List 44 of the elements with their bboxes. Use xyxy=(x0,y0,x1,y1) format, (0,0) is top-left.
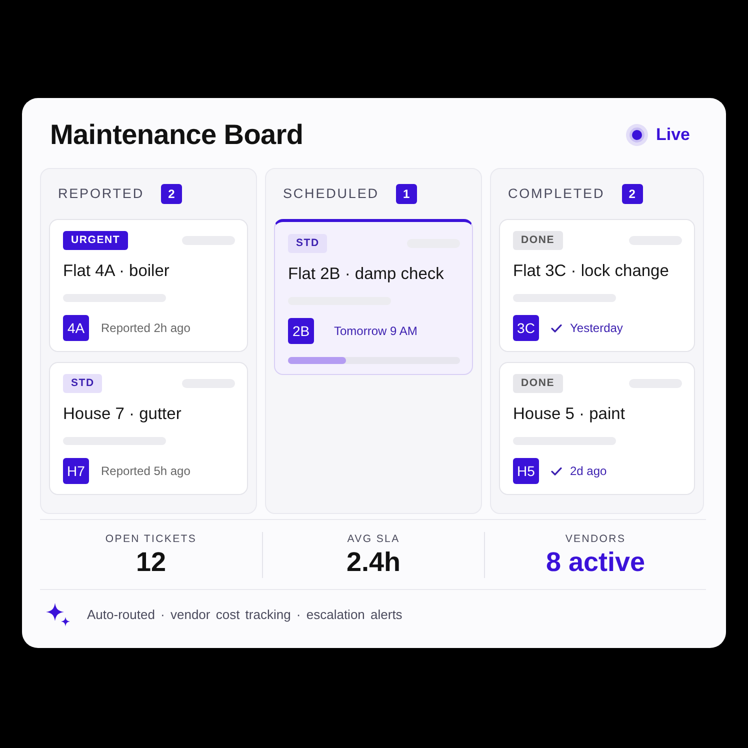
unit-avatar: 2B xyxy=(288,318,314,344)
stat-value: 8 active xyxy=(544,546,646,578)
ticket-card[interactable]: DONE House 5 · paint H5 2d ago xyxy=(499,362,695,495)
live-label: Live xyxy=(656,124,690,146)
ticket-title: Flat 4A · boiler xyxy=(63,261,170,282)
ticket-meta: Reported 5h ago xyxy=(101,463,190,480)
ticket-title: House 5 · paint xyxy=(513,404,626,425)
status-tag: DONE xyxy=(513,231,563,250)
check-icon xyxy=(551,466,562,476)
check-icon xyxy=(551,324,562,332)
unit-avatar: H5 xyxy=(513,458,539,484)
stat-label: VENDORS xyxy=(564,532,627,546)
column-title: REPORTED xyxy=(58,185,144,203)
sparkle-icon xyxy=(45,602,71,628)
ticket-card[interactable]: STD Flat 2B · damp check 2B Tomorrow 9 AM xyxy=(274,219,473,375)
column-title: SCHEDULED xyxy=(283,185,379,203)
stat-label: AVG SLA xyxy=(346,532,401,546)
unit-avatar: H7 xyxy=(63,458,89,484)
ticket-card[interactable]: STD House 7 · gutter H7 Reported 5h ago xyxy=(49,362,248,495)
count-badge: 2 xyxy=(622,184,643,204)
stat-label: OPEN TICKETS xyxy=(104,532,198,546)
ticket-card[interactable]: URGENT Flat 4A · boiler 4A Reported 2h ago xyxy=(49,219,248,352)
ticket-title: Flat 2B · damp check xyxy=(288,264,445,285)
ticket-meta: Reported 2h ago xyxy=(101,320,190,337)
unit-avatar: 4A xyxy=(63,315,89,341)
stat-value: 12 xyxy=(134,546,168,578)
ticket-title: House 7 · gutter xyxy=(63,404,182,425)
ticket-card[interactable]: DONE Flat 3C · lock change 3C Yesterday xyxy=(499,219,695,352)
ticket-meta: 2d ago xyxy=(570,463,607,480)
ticket-title: Flat 3C · lock change xyxy=(513,261,670,282)
board-title: Maintenance Board xyxy=(50,118,304,152)
unit-avatar: 3C xyxy=(513,315,539,341)
count-badge: 1 xyxy=(396,184,417,204)
status-tag: STD xyxy=(288,234,328,253)
stat-value: 2.4h xyxy=(345,546,402,578)
feature-list-text: Auto-routed · vendor cost tracking · escalation alerts xyxy=(87,606,402,624)
status-dot-icon xyxy=(626,124,648,146)
ticket-meta: Yesterday xyxy=(570,320,623,337)
status-tag: DONE xyxy=(513,374,563,393)
count-badge: 2 xyxy=(160,184,182,204)
ticket-meta: Tomorrow 9 AM xyxy=(334,323,418,340)
column-title: COMPLETED xyxy=(508,185,605,203)
status-tag: STD xyxy=(63,374,102,393)
status-tag: URGENT xyxy=(63,231,128,250)
